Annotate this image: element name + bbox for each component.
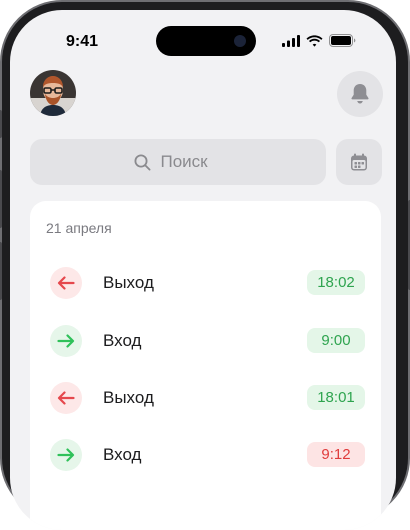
volume-down-button bbox=[0, 242, 2, 300]
arrow-right-icon bbox=[57, 334, 75, 348]
log-entry[interactable]: Выход 18:01 bbox=[30, 378, 381, 418]
search-icon bbox=[134, 154, 151, 171]
camera-icon bbox=[234, 35, 246, 47]
user-avatar-photo-icon bbox=[30, 70, 76, 116]
log-entry[interactable]: Вход 9:12 bbox=[30, 435, 381, 475]
exit-indicator bbox=[50, 382, 82, 414]
log-entry[interactable]: Выход 18:02 bbox=[30, 263, 381, 303]
bell-icon bbox=[351, 84, 369, 104]
dynamic-island bbox=[156, 26, 256, 56]
calendar-icon bbox=[351, 153, 367, 171]
search-bar[interactable] bbox=[30, 139, 326, 185]
volume-up-button bbox=[0, 170, 2, 228]
arrow-left-icon bbox=[57, 276, 75, 290]
status-icons bbox=[282, 34, 356, 47]
log-date: 21 апреля bbox=[46, 220, 112, 236]
log-entry-time: 18:01 bbox=[307, 385, 365, 410]
entry-indicator bbox=[50, 439, 82, 471]
mute-switch bbox=[0, 110, 2, 138]
status-time: 9:41 bbox=[66, 33, 99, 50]
arrow-right-icon bbox=[57, 448, 75, 462]
battery-icon bbox=[329, 34, 356, 47]
log-entry[interactable]: Вход 9:00 bbox=[30, 321, 381, 361]
arrow-left-icon bbox=[57, 391, 75, 405]
log-entry-time: 9:00 bbox=[307, 328, 365, 353]
wifi-icon bbox=[306, 34, 323, 47]
log-entry-time: 18:02 bbox=[307, 270, 365, 295]
status-bar: 9:41 bbox=[10, 10, 396, 70]
log-entry-label: Выход bbox=[103, 273, 154, 292]
notifications-button[interactable] bbox=[337, 71, 383, 117]
cellular-signal-icon bbox=[282, 34, 300, 47]
log-entry-label: Вход bbox=[103, 445, 142, 464]
log-entry-label: Вход bbox=[103, 331, 142, 350]
search-input[interactable] bbox=[158, 151, 223, 173]
entry-indicator bbox=[50, 325, 82, 357]
attendance-log-card: 21 апреля Выход 18:02 Вход 9:00 Выход 18… bbox=[30, 201, 381, 530]
calendar-button[interactable] bbox=[336, 139, 382, 185]
log-entry-label: Выход bbox=[103, 388, 154, 407]
exit-indicator bbox=[50, 267, 82, 299]
app-screen: 9:41 Поиск 21 апреля Выход 18:02 Вход 9:… bbox=[10, 10, 396, 530]
profile-avatar[interactable] bbox=[30, 70, 76, 116]
log-entry-time: 9:12 bbox=[307, 442, 365, 467]
